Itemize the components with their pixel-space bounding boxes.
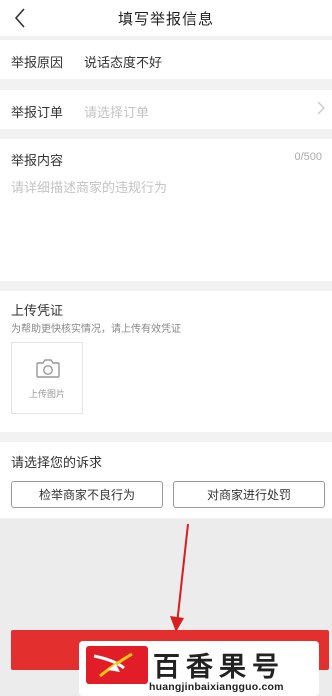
back-button[interactable] (6, 4, 34, 32)
order-row[interactable]: 举报订单 请选择订单 (0, 90, 332, 129)
appeal-section: 请选择您的诉求 检举商家不良行为 对商家进行处罚 (0, 442, 332, 518)
content-label: 举报内容 (11, 153, 64, 168)
appeal-option-report-button[interactable]: 检举商家不良行为 (11, 481, 163, 508)
watermark: 百香果号 huangjinbaixiangguo.com (79, 641, 319, 696)
order-placeholder: 请选择订单 (84, 105, 150, 120)
content-textarea[interactable]: 请详细描述商家的违规行为 (0, 171, 332, 276)
evidence-section: 上传凭证 为帮助更快核实情况，请上传有效凭证 上传图片 (0, 291, 332, 432)
reason-row[interactable]: 举报原因 说话态度不好 (0, 40, 332, 79)
upload-image-button[interactable]: 上传图片 (11, 342, 83, 414)
annotation-arrow (170, 523, 189, 632)
chevron-left-icon (14, 8, 25, 28)
chevron-right-icon (317, 101, 325, 115)
reason-label: 举报原因 (11, 55, 64, 70)
content-placeholder: 请详细描述商家的违规行为 (11, 180, 168, 195)
camera-icon (36, 359, 60, 378)
char-counter: 0/500 (294, 151, 322, 163)
evidence-title: 上传凭证 (11, 303, 64, 318)
page-title: 填写举报信息 (117, 10, 214, 28)
evidence-hint: 为帮助更快核实情况，请上传有效凭证 (11, 324, 181, 335)
nav-bar: 填写举报信息 (0, 0, 332, 36)
content-section: 举报内容 0/500 请详细描述商家的违规行为 (0, 139, 332, 281)
brand-logo-icon (86, 646, 148, 684)
upload-image-label: 上传图片 (28, 389, 65, 399)
watermark-domain: huangjinbaixiangguo.com (149, 681, 284, 693)
reason-value: 说话态度不好 (84, 55, 163, 70)
appeal-option-punish-button[interactable]: 对商家进行处罚 (173, 481, 325, 508)
appeal-title: 请选择您的诉求 (11, 455, 103, 470)
watermark-brand: 百香果号 (153, 652, 285, 683)
report-page: 填写举报信息 举报原因 说话态度不好 举报订单 请选择订单 举报内容 0/500… (0, 0, 332, 696)
order-label: 举报订单 (11, 105, 64, 120)
